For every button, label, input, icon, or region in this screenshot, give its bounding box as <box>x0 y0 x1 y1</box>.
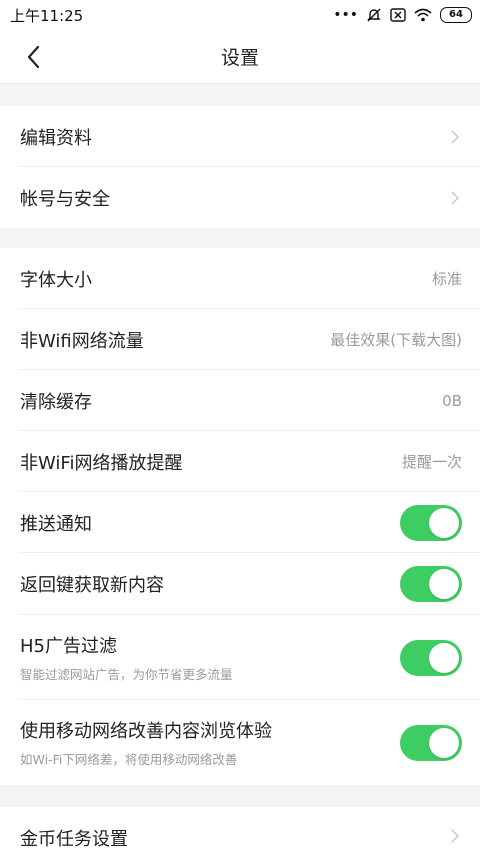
font-size-label: 字体大小 <box>20 269 92 291</box>
section-gap <box>0 84 480 106</box>
push-notify-toggle[interactable] <box>400 504 462 541</box>
mobile-improve-toggle[interactable] <box>400 724 462 761</box>
h5-filter-text: H5广告过滤 智能过滤网站广告，为你节省更多流量 <box>20 632 233 683</box>
edit-profile-row[interactable]: 编辑资料 <box>0 106 480 167</box>
edit-profile-label: 编辑资料 <box>20 127 92 149</box>
font-size-value: 标准 <box>431 270 462 288</box>
clear-cache-value: 0B <box>442 391 462 410</box>
clear-cache-row[interactable]: 清除缓存 0B <box>0 370 480 431</box>
non-wifi-play-row[interactable]: 非WiFi网络播放提醒 提醒一次 <box>0 431 480 492</box>
push-notify-row: 推送通知 <box>0 492 480 553</box>
battery-icon: 64 <box>440 7 472 23</box>
coin-task-label: 金币任务设置 <box>20 829 128 850</box>
h5-filter-subtitle: 智能过滤网站广告，为你节省更多流量 <box>20 667 233 682</box>
non-wifi-play-label: 非WiFi网络播放提醒 <box>20 452 183 474</box>
chevron-right-icon <box>451 829 459 843</box>
status-bar: 上午11:25 ••• 64 <box>0 0 480 30</box>
mobile-improve-row: 使用移动网络改善内容浏览体验 如Wi-Fi下网络差，将使用移动网络改善 <box>0 700 480 785</box>
chevron-right-icon <box>451 130 459 143</box>
h5-filter-toggle[interactable] <box>400 639 462 676</box>
mobile-improve-text: 使用移动网络改善内容浏览体验 如Wi-Fi下网络差，将使用移动网络改善 <box>20 717 272 768</box>
more-dots-icon: ••• <box>333 7 358 23</box>
non-wifi-play-value: 提醒一次 <box>401 453 462 471</box>
clear-cache-label: 清除缓存 <box>20 391 92 413</box>
section-gap <box>0 785 480 807</box>
wifi-icon <box>414 8 432 22</box>
h5-filter-row: H5广告过滤 智能过滤网站广告，为你节省更多流量 <box>0 615 480 700</box>
non-wifi-traffic-label: 非Wifi网络流量 <box>20 330 144 352</box>
non-wifi-traffic-row[interactable]: 非Wifi网络流量 最佳效果(下载大图) <box>0 309 480 370</box>
mobile-improve-label: 使用移动网络改善内容浏览体验 <box>20 721 272 742</box>
non-wifi-traffic-value: 最佳效果(下载大图) <box>330 331 462 349</box>
back-refresh-label: 返回键获取新内容 <box>20 575 164 596</box>
coin-task-row[interactable]: 金币任务设置 <box>0 807 480 853</box>
mobile-improve-subtitle: 如Wi-Fi下网络差，将使用移动网络改善 <box>20 752 238 767</box>
h5-filter-label: H5广告过滤 <box>20 636 117 657</box>
back-refresh-toggle[interactable] <box>400 566 462 602</box>
section-gap <box>0 228 480 248</box>
status-icons: ••• 64 <box>333 7 472 23</box>
back-button[interactable] <box>18 42 48 72</box>
font-size-row[interactable]: 字体大小 标准 <box>0 248 480 309</box>
account-security-row[interactable]: 帐号与安全 <box>0 167 480 228</box>
back-refresh-row: 返回键获取新内容 <box>0 553 480 615</box>
status-time: 上午11:25 <box>10 6 84 25</box>
chevron-left-icon <box>27 45 40 69</box>
nav-bar: 设置 <box>0 30 480 84</box>
page-title: 设置 <box>220 47 259 69</box>
account-security-label: 帐号与安全 <box>20 188 110 210</box>
push-notify-label: 推送通知 <box>20 513 92 535</box>
mute-bell-icon <box>367 8 381 22</box>
sim-error-icon <box>390 8 406 22</box>
chevron-right-icon <box>451 191 459 204</box>
